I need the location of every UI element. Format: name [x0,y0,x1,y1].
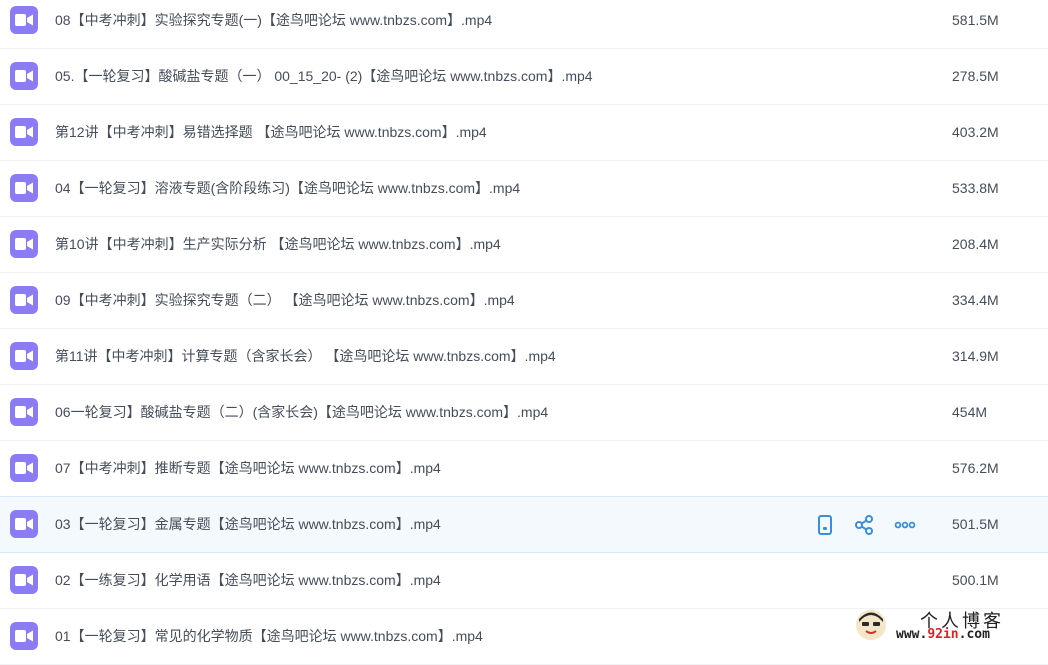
file-name[interactable]: 04【一轮复习】溶液专题(含阶段练习)【途鸟吧论坛 www.tnbzs.com】… [55,161,520,216]
file-row[interactable]: 第10讲【中考冲刺】生产实际分析 【途鸟吧论坛 www.tnbzs.com】.m… [0,217,1048,273]
file-row[interactable]: 第12讲【中考冲刺】易错选择题 【途鸟吧论坛 www.tnbzs.com】.mp… [0,105,1048,161]
video-file-icon [10,286,38,314]
video-file-icon [10,398,38,426]
share-icon[interactable] [854,514,876,536]
file-row[interactable]: 07【中考冲刺】推断专题【途鸟吧论坛 www.tnbzs.com】.mp4 57… [0,441,1048,497]
file-name[interactable]: 第12讲【中考冲刺】易错选择题 【途鸟吧论坛 www.tnbzs.com】.mp… [55,105,487,160]
file-size: 334.4M [952,292,999,308]
file-size: 500.1M [952,572,999,588]
video-file-icon [10,230,38,258]
file-size: 533.8M [952,180,999,196]
video-file-icon [10,62,38,90]
video-file-icon [10,174,38,202]
file-name[interactable]: 第11讲【中考冲刺】计算专题（含家长会） 【途鸟吧论坛 www.tnbzs.co… [55,329,556,384]
file-name[interactable]: 03【一轮复习】金属专题【途鸟吧论坛 www.tnbzs.com】.mp4 [55,497,441,552]
row-actions [814,514,924,536]
file-size: 501.5M [952,516,999,532]
file-row[interactable]: 04【一轮复习】溶液专题(含阶段练习)【途鸟吧论坛 www.tnbzs.com】… [0,161,1048,217]
file-size: 454M [952,404,988,420]
video-file-icon [10,118,38,146]
phone-icon[interactable] [814,514,836,536]
more-icon[interactable] [894,514,916,536]
file-size: 314.9M [952,348,999,364]
video-file-icon [10,566,38,594]
file-name[interactable]: 07【中考冲刺】推断专题【途鸟吧论坛 www.tnbzs.com】.mp4 [55,441,441,496]
file-size: 403.2M [952,124,999,140]
file-name[interactable]: 08【中考冲刺】实验探究专题(一)【途鸟吧论坛 www.tnbzs.com】.m… [55,0,492,48]
file-row[interactable]: 08【中考冲刺】实验探究专题(一)【途鸟吧论坛 www.tnbzs.com】.m… [0,0,1048,49]
file-row[interactable]: 09【中考冲刺】实验探究专题（二） 【途鸟吧论坛 www.tnbzs.com】.… [0,273,1048,329]
video-file-icon [10,454,38,482]
file-size: 208.4M [952,236,999,252]
file-name[interactable]: 09【中考冲刺】实验探究专题（二） 【途鸟吧论坛 www.tnbzs.com】.… [55,273,515,328]
file-name[interactable]: 06一轮复习】酸碱盐专题（二）(含家长会)【途鸟吧论坛 www.tnbzs.co… [55,385,548,440]
video-file-icon [10,510,38,538]
file-size: 278.5M [952,68,999,84]
watermark-url: www.92in.com [896,627,990,642]
video-file-icon [10,6,38,34]
file-size: 581.5M [952,12,999,28]
file-size: 576.2M [952,460,999,476]
cartoon-face-logo [856,610,886,640]
file-row[interactable]: 第11讲【中考冲刺】计算专题（含家长会） 【途鸟吧论坛 www.tnbzs.co… [0,329,1048,385]
file-row-hovered[interactable]: 03【一轮复习】金属专题【途鸟吧论坛 www.tnbzs.com】.mp4 50… [0,496,1048,553]
video-file-icon [10,342,38,370]
file-row[interactable]: 02【一练复习】化学用语【途鸟吧论坛 www.tnbzs.com】.mp4 50… [0,553,1048,609]
file-name[interactable]: 01【一轮复习】常见的化学物质【途鸟吧论坛 www.tnbzs.com】.mp4 [55,609,483,664]
file-name[interactable]: 第10讲【中考冲刺】生产实际分析 【途鸟吧论坛 www.tnbzs.com】.m… [55,217,501,272]
file-row[interactable]: 06一轮复习】酸碱盐专题（二）(含家长会)【途鸟吧论坛 www.tnbzs.co… [0,385,1048,441]
file-row[interactable]: 05.【一轮复习】酸碱盐专题（一） 00_15_20- (2)【途鸟吧论坛 ww… [0,49,1048,105]
file-name[interactable]: 02【一练复习】化学用语【途鸟吧论坛 www.tnbzs.com】.mp4 [55,553,441,608]
file-list: 08【中考冲刺】实验探究专题(一)【途鸟吧论坛 www.tnbzs.com】.m… [0,0,1048,665]
file-name[interactable]: 05.【一轮复习】酸碱盐专题（一） 00_15_20- (2)【途鸟吧论坛 ww… [55,49,593,104]
watermark: 个人博客 www.92in.com [848,605,1048,648]
video-file-icon [10,622,38,650]
